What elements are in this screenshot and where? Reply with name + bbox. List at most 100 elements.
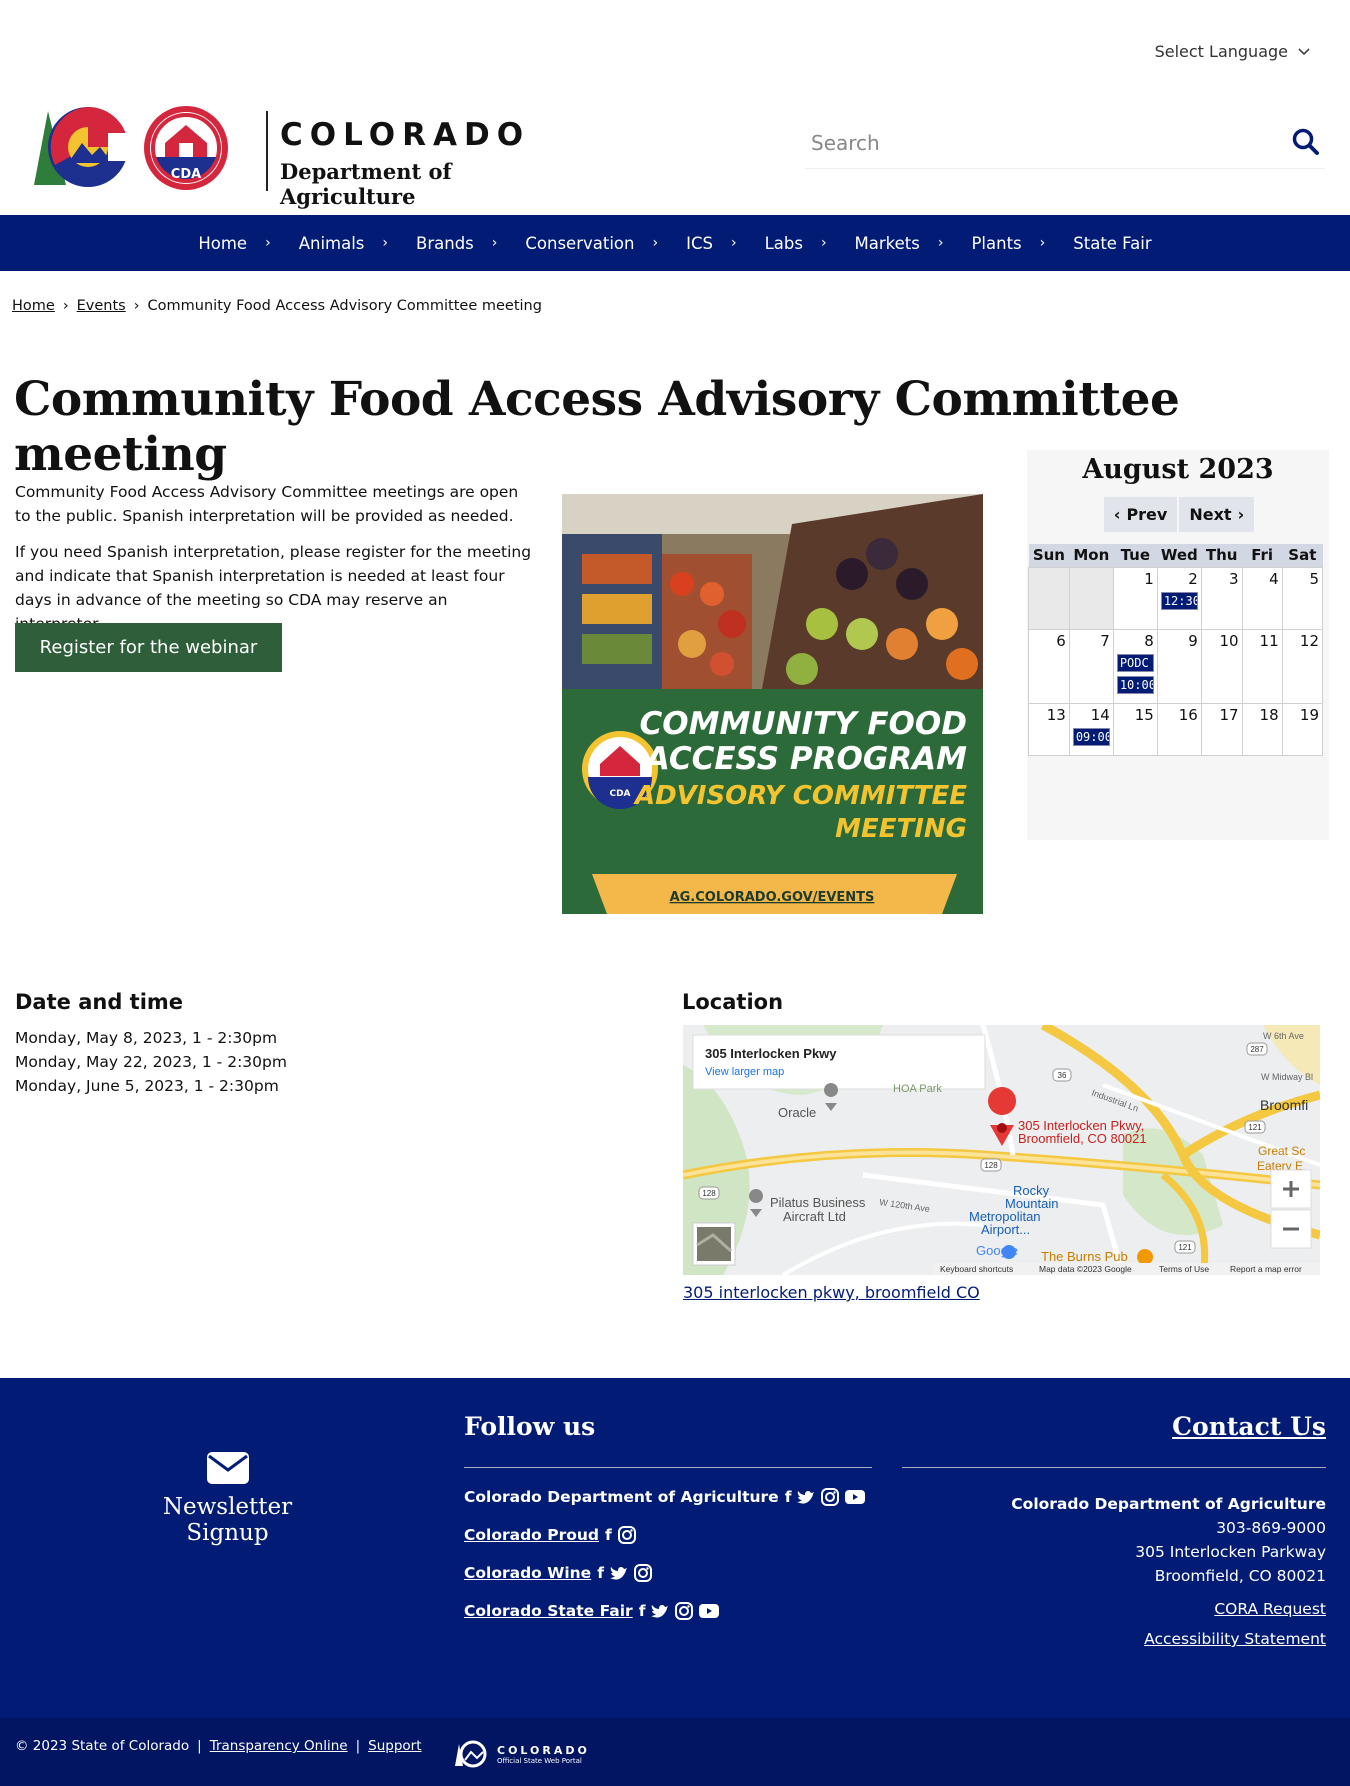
calendar-day-cell[interactable]: 15 — [1112, 702, 1158, 756]
contact-org: Colorado Department of Agriculture — [1011, 1495, 1326, 1513]
calendar-day-cell[interactable]: 2 12:30 — [1156, 566, 1202, 630]
map-data-attribution: Map data ©2023 Google — [1039, 1264, 1132, 1274]
calendar-day-cell[interactable]: 17 — [1200, 702, 1243, 756]
location-address-link[interactable]: 305 interlocken pkwy, broomfield CO — [683, 1283, 980, 1302]
accessibility-statement-link[interactable]: Accessibility Statement — [902, 1630, 1326, 1648]
instagram-icon[interactable] — [633, 1564, 652, 1582]
calendar-day-cell[interactable]: 9 — [1156, 628, 1202, 704]
calendar-day-cell[interactable]: 7 — [1068, 628, 1114, 704]
map-road-6th: W 6th Ave — [1263, 1031, 1304, 1041]
calendar-day-cell[interactable]: 6 — [1028, 628, 1070, 704]
transparency-online-link[interactable]: Transparency Online — [210, 1738, 348, 1754]
map-label-airport-4: Airport... — [981, 1222, 1030, 1237]
calendar-next-button[interactable]: Next › — [1179, 497, 1255, 532]
instagram-icon[interactable] — [617, 1526, 636, 1544]
map-zoom-out-button[interactable] — [1270, 1209, 1312, 1249]
calendar-day-cell[interactable]: 3 — [1200, 566, 1243, 630]
map-report-error-link[interactable]: Report a map error — [1230, 1264, 1302, 1274]
facebook-icon[interactable]: f — [639, 1602, 646, 1620]
calendar-event[interactable]: 10:00 — [1116, 675, 1154, 694]
cda-badge-text: CDA — [171, 167, 201, 182]
calendar-event[interactable]: 12:30 — [1160, 591, 1198, 610]
map-satellite-toggle[interactable] — [692, 1222, 736, 1266]
cora-request-link[interactable]: CORA Request — [902, 1600, 1326, 1618]
newsletter-signup-link[interactable]: Newsletter Signup — [125, 1452, 330, 1546]
twitter-icon[interactable] — [797, 1490, 815, 1505]
search-input[interactable]: Search — [811, 131, 880, 155]
calendar-day-cell[interactable]: 19 — [1281, 702, 1324, 756]
breadcrumb-home[interactable]: Home — [12, 298, 55, 314]
calendar-day-number: 5 — [1309, 569, 1319, 588]
promo-line-2: ACCESS PROGRAM — [643, 741, 967, 777]
support-link[interactable]: Support — [368, 1738, 421, 1754]
nav-item-conservation[interactable]: Conservation › — [511, 234, 672, 253]
nav-item-brands[interactable]: Brands › — [402, 234, 511, 253]
youtube-icon[interactable] — [845, 1490, 866, 1504]
map-zoom-in-button[interactable] — [1270, 1169, 1312, 1209]
colorado-state-fair-link[interactable]: Colorado State Fair — [464, 1602, 633, 1620]
calendar-day-cell[interactable]: 18 — [1241, 702, 1283, 756]
calendar-day-number: 7 — [1100, 631, 1110, 650]
nav-item-plants[interactable]: Plants › — [957, 234, 1059, 253]
instagram-icon[interactable] — [675, 1602, 694, 1620]
calendar-day-number: 4 — [1269, 569, 1279, 588]
map-info-card: 305 Interlocken Pkwy View larger map — [692, 1034, 986, 1090]
instagram-icon[interactable] — [821, 1488, 840, 1506]
twitter-icon[interactable] — [651, 1604, 669, 1619]
description-paragraph: If you need Spanish interpretation, plea… — [15, 543, 532, 633]
calendar-day-cell[interactable]: 14 09:00 — [1068, 702, 1114, 756]
map-shield-128: 128 — [980, 1158, 1002, 1172]
pegman-icon[interactable] — [1002, 1245, 1016, 1259]
calendar-event[interactable]: PODC — [1116, 653, 1154, 672]
calendar-day-cell[interactable]: 11 — [1241, 628, 1283, 704]
bottom-bar: © 2023 State of Colorado | Transparency … — [0, 1718, 1350, 1786]
calendar-prev-button[interactable]: ‹ Prev — [1103, 497, 1178, 532]
facebook-icon[interactable]: f — [605, 1526, 612, 1544]
map-shield-287: 287 — [1246, 1042, 1268, 1056]
language-select[interactable]: Select Language — [1155, 42, 1310, 61]
twitter-icon[interactable] — [609, 1566, 628, 1581]
calendar-day-header: Fri — [1242, 544, 1283, 567]
calendar-day-number: 17 — [1219, 705, 1239, 724]
nav-item-markets[interactable]: Markets › — [841, 234, 958, 253]
facebook-icon[interactable]: f — [785, 1488, 792, 1506]
calendar-day-cell[interactable]: 13 — [1028, 702, 1070, 756]
calendar-day-cell[interactable]: 12 — [1281, 628, 1324, 704]
breadcrumb-events[interactable]: Events — [77, 298, 126, 314]
location-map[interactable]: 305 Interlocken Pkwy View larger map HOA… — [683, 1025, 1320, 1275]
nav-item-home[interactable]: Home › — [184, 234, 284, 253]
nav-item-animals[interactable]: Animals › — [285, 234, 402, 253]
search-box[interactable]: Search — [805, 119, 1325, 169]
calendar-day-cell[interactable]: 10 — [1200, 628, 1243, 704]
map-terms-link[interactable]: Terms of Use — [1159, 1264, 1209, 1274]
map-shield-121: 121 — [1174, 1240, 1196, 1254]
map-keyboard-shortcuts[interactable]: Keyboard shortcuts — [940, 1264, 1013, 1274]
calendar-day-cell[interactable]: 1 — [1112, 566, 1158, 630]
site-logo[interactable]: CDA COLORADO Department of Agriculture — [30, 103, 540, 209]
map-canvas[interactable]: 305 Interlocken Pkwy View larger map HOA… — [683, 1025, 1320, 1275]
view-larger-map-link[interactable]: View larger map — [705, 1066, 784, 1078]
contact-address-2: Broomfield, CO 80021 — [1154, 1567, 1326, 1585]
date-time-line: Monday, May 22, 2023, 1 - 2:30pm — [15, 1053, 287, 1071]
calendar-day-number: 16 — [1178, 705, 1198, 724]
facebook-icon[interactable]: f — [597, 1564, 604, 1582]
nav-item-state-fair[interactable]: State Fair — [1059, 234, 1165, 253]
youtube-icon[interactable] — [699, 1604, 720, 1618]
calendar-day-cell — [1028, 566, 1070, 630]
nav-item-labs[interactable]: Labs › — [751, 234, 841, 253]
contact-us-link[interactable]: Contact Us — [902, 1412, 1326, 1441]
calendar-day-cell[interactable]: 8 PODC 10:00 — [1112, 628, 1158, 704]
colorado-proud-link[interactable]: Colorado Proud — [464, 1526, 599, 1544]
calendar-day-cell[interactable]: 5 — [1281, 566, 1324, 630]
colorado-portal-logo[interactable]: COLORADO Official State Web Portal — [455, 1740, 590, 1768]
envelope-icon — [206, 1452, 249, 1484]
calendar-event[interactable]: 09:00 — [1072, 727, 1110, 746]
calendar-day-cell[interactable]: 16 — [1156, 702, 1202, 756]
colorado-wine-link[interactable]: Colorado Wine — [464, 1564, 591, 1582]
register-webinar-button[interactable]: Register for the webinar — [15, 623, 282, 672]
calendar-day-number: 11 — [1259, 631, 1279, 650]
calendar-day-cell[interactable]: 4 — [1241, 566, 1283, 630]
colorado-c-logo-icon — [34, 107, 130, 187]
search-icon[interactable] — [1291, 127, 1321, 157]
nav-item-ics[interactable]: ICS › — [672, 234, 750, 253]
